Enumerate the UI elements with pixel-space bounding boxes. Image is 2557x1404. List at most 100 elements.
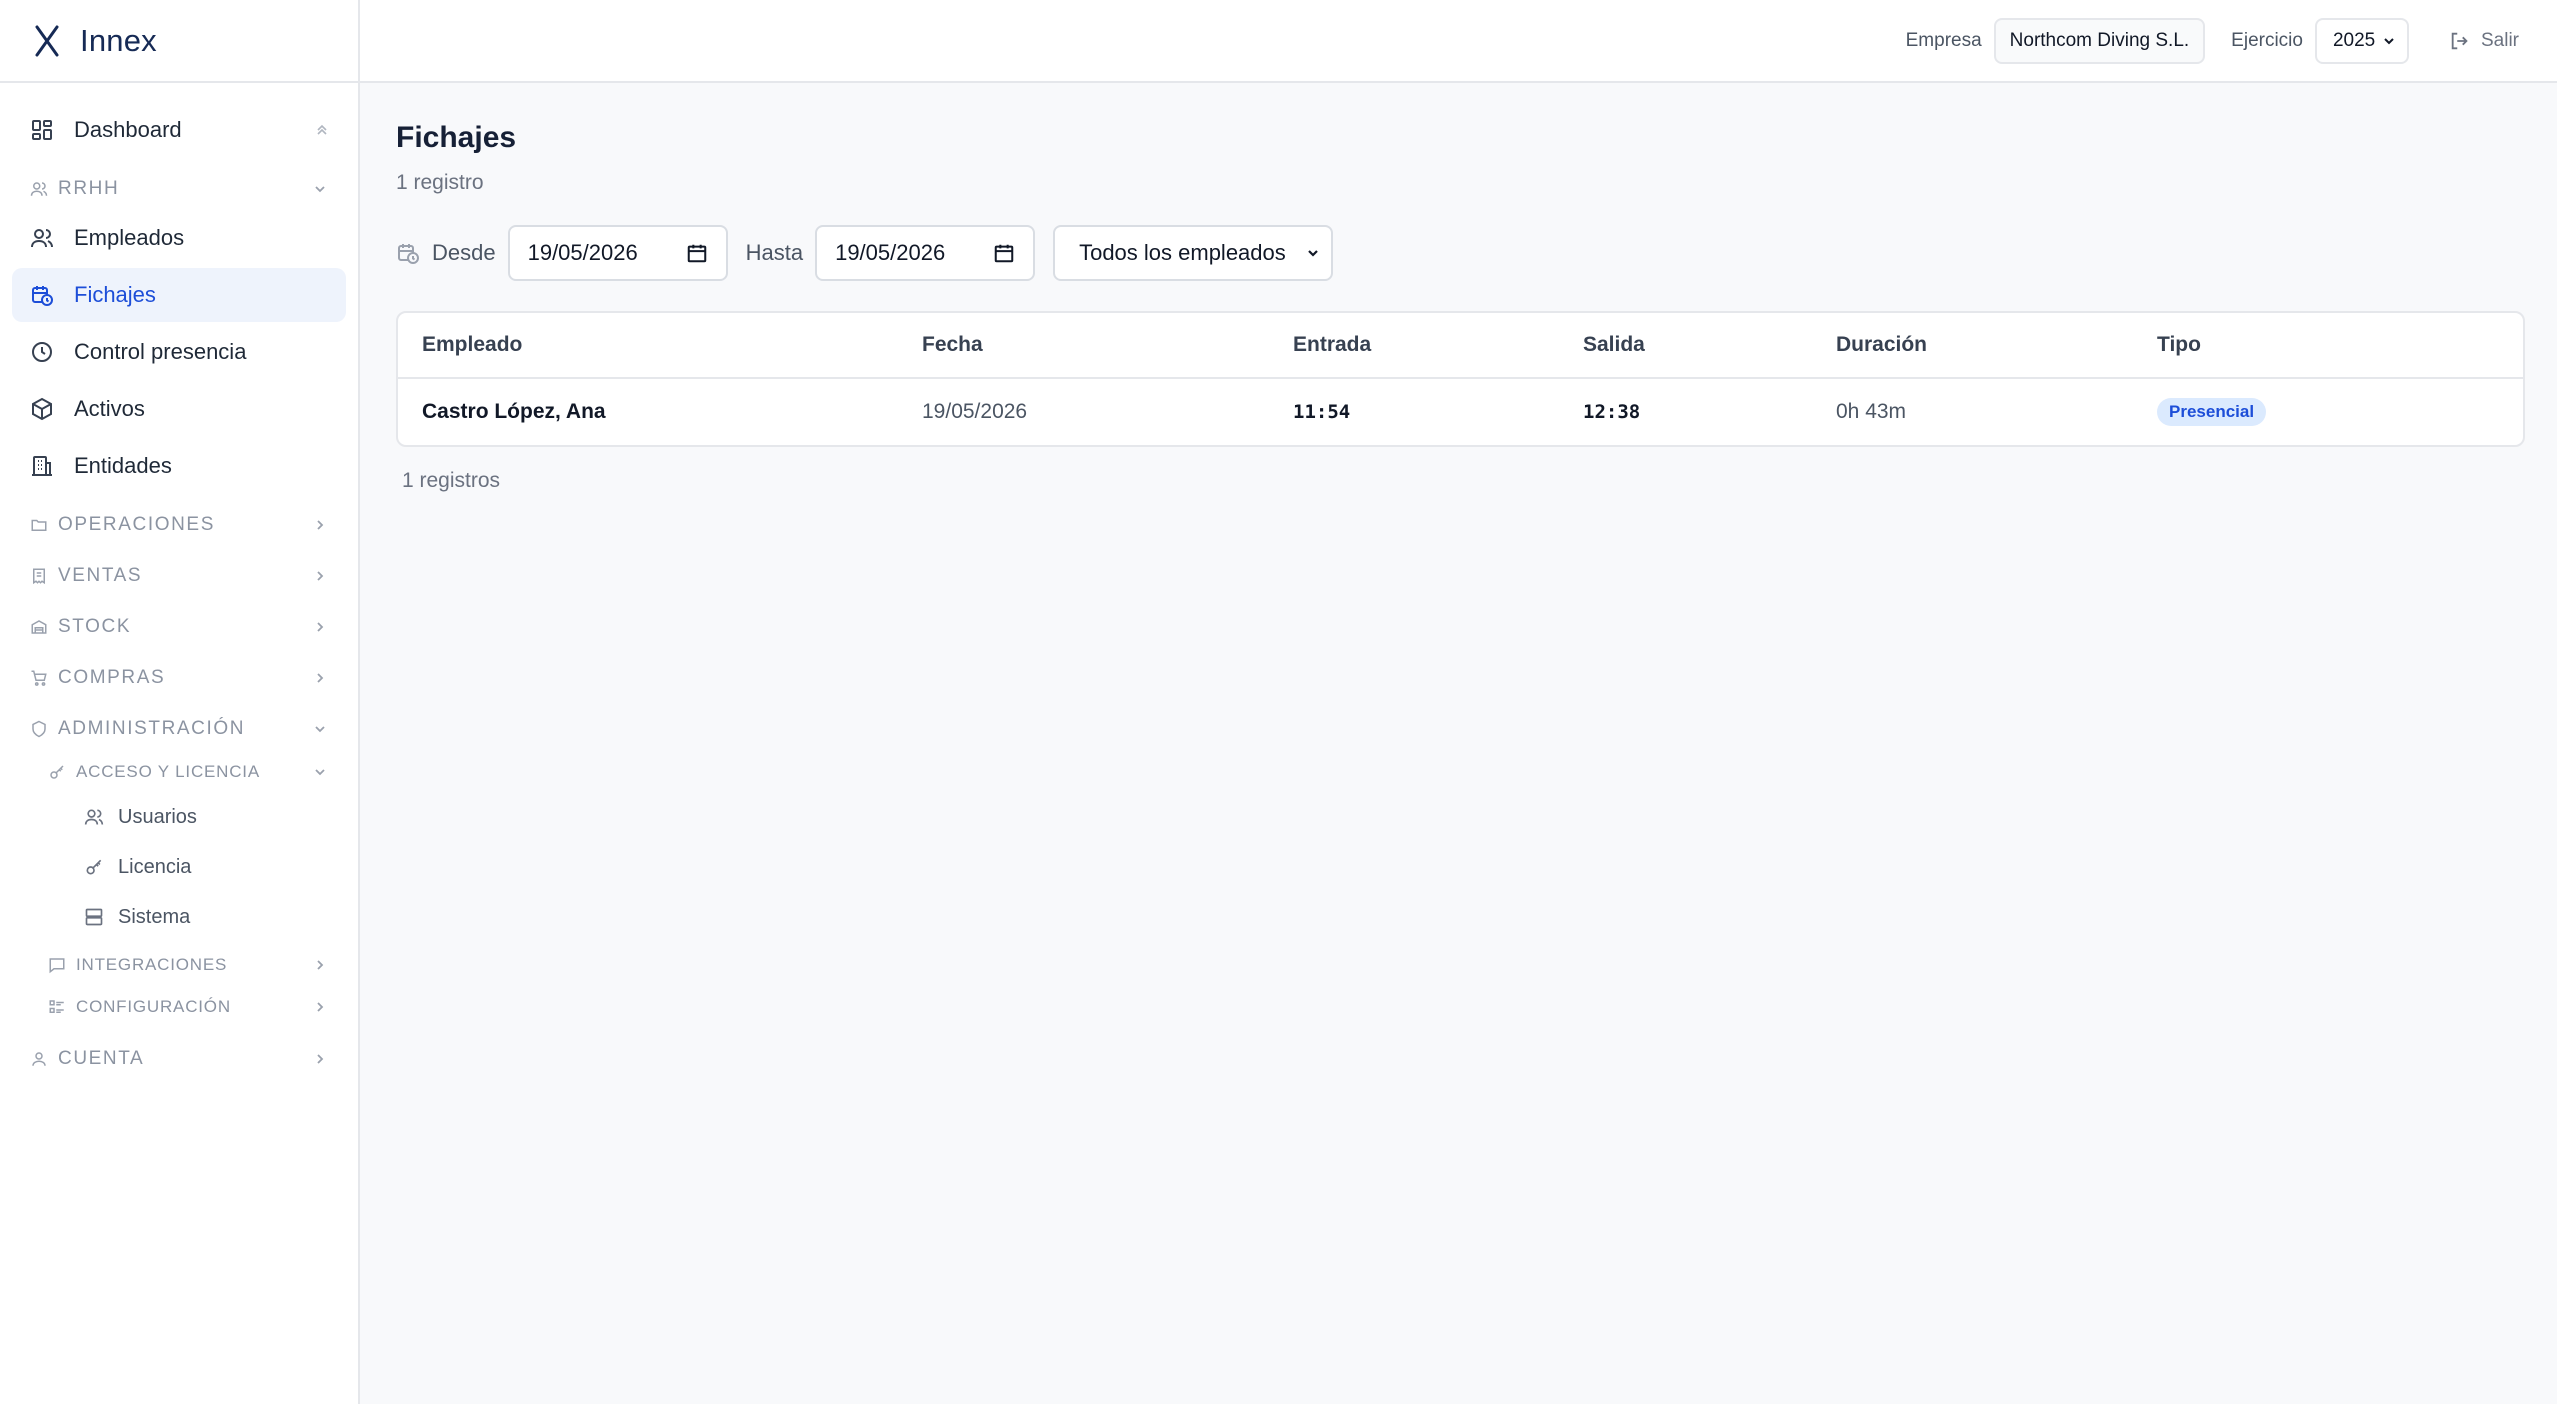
- sidebar-item-usuarios[interactable]: Usuarios: [84, 801, 197, 833]
- cell-duracion: 0h 43m: [1836, 400, 1907, 423]
- chevron-right-icon: [317, 622, 324, 632]
- user-icon: [32, 1052, 46, 1066]
- chevron-right-icon: [317, 571, 324, 581]
- sidebar-item-dashboard[interactable]: Dashboard: [12, 103, 346, 157]
- sidebar-item-empleados[interactable]: Empleados: [12, 211, 346, 265]
- section-ventas[interactable]: VENTAS: [30, 561, 328, 591]
- col-duracion[interactable]: Duración: [1836, 333, 2157, 357]
- subsection-label: ACCESO Y LICENCIA: [76, 762, 260, 781]
- sidebar-item-sistema[interactable]: Sistema: [84, 901, 190, 933]
- calendar-icon[interactable]: [993, 242, 1015, 264]
- subsection-acceso-licencia[interactable]: ACCESO Y LICENCIA: [48, 758, 328, 786]
- desde-date-input[interactable]: 19/05/2026: [507, 225, 728, 281]
- section-label: ADMINISTRACIÓN: [58, 718, 246, 739]
- filters-bar: Desde 19/05/2026 Hasta 19/05/2026 Todos …: [396, 225, 2525, 281]
- dashboard-icon: [32, 120, 52, 140]
- section-operaciones[interactable]: OPERACIONES: [30, 510, 328, 540]
- desde-value: 19/05/2026: [527, 240, 638, 265]
- folder-icon: [31, 519, 47, 531]
- message-icon: [49, 958, 65, 974]
- sidebar-item-label: Usuarios: [118, 805, 197, 828]
- key-icon: [86, 859, 102, 875]
- col-tipo[interactable]: Tipo: [2157, 333, 2523, 357]
- logout-label: Salir: [2480, 29, 2519, 51]
- cell-entrada: 11:54: [1293, 401, 1351, 423]
- sidebar: Innex Dashboard RRHH Empleados Fichajes …: [0, 0, 360, 1404]
- ejercicio-label: Ejercicio: [2231, 29, 2303, 51]
- calendar-icon[interactable]: [686, 242, 708, 264]
- chevron-down-icon: [2384, 37, 2394, 44]
- chevron-down-icon: [315, 769, 325, 776]
- hasta-date-input[interactable]: 19/05/2026: [815, 225, 1036, 281]
- building-icon: [32, 456, 52, 476]
- cell-tipo: Presencial: [2157, 398, 2523, 426]
- chevron-right-icon: [317, 520, 324, 530]
- cell-salida: 12:38: [1583, 401, 1641, 423]
- employee-select-value: Todos los empleados: [1079, 240, 1286, 265]
- chevron-right-icon: [317, 960, 324, 970]
- sidebar-item-licencia[interactable]: Licencia: [84, 851, 191, 883]
- brand[interactable]: Innex: [0, 0, 358, 83]
- calendar-clock-icon: [32, 286, 53, 306]
- col-salida[interactable]: Salida: [1583, 333, 1836, 357]
- logo-x-icon: [35, 25, 59, 56]
- users-icon: [30, 182, 48, 196]
- hasta-label: Hasta: [745, 240, 804, 265]
- table-header: Empleado Fecha Entrada Salida Duración T…: [398, 313, 2523, 379]
- sidebar-item-label: Licencia: [118, 855, 192, 878]
- subsection-configuracion[interactable]: CONFIGURACIÓN: [48, 993, 328, 1021]
- sidebar-item-label: Empleados: [74, 225, 185, 250]
- app: Innex Dashboard RRHH Empleados Fichajes …: [0, 0, 2557, 1404]
- section-label: OPERACIONES: [58, 514, 215, 535]
- col-entrada[interactable]: Entrada: [1293, 333, 1583, 357]
- hasta-value: 19/05/2026: [835, 240, 946, 265]
- fichajes-table: Empleado Fecha Entrada Salida Duración T…: [396, 311, 2525, 447]
- sidebar-item-activos[interactable]: Activos: [12, 382, 346, 436]
- ejercicio-select[interactable]: 2025: [2314, 17, 2409, 64]
- shield-icon: [32, 720, 46, 738]
- section-label: CUENTA: [58, 1048, 145, 1069]
- sidebar-item-label: Entidades: [74, 453, 172, 478]
- subsection-integraciones[interactable]: INTEGRACIONES: [48, 951, 328, 979]
- cell-fecha: 19/05/2026: [922, 400, 1028, 423]
- chevrons-up-icon[interactable]: [314, 122, 330, 138]
- main-area: Empresa Northcom Diving S.L. Ejercicio 2…: [360, 0, 2557, 1404]
- chevron-right-icon: [317, 1054, 324, 1064]
- sidebar-item-label: Control presencia: [74, 339, 247, 364]
- col-empleado[interactable]: Empleado: [398, 333, 922, 357]
- empresa-selector[interactable]: Northcom Diving S.L.: [1993, 17, 2206, 64]
- section-label: VENTAS: [58, 565, 143, 586]
- warehouse-icon: [31, 620, 47, 634]
- receipt-icon: [33, 568, 45, 585]
- col-fecha[interactable]: Fecha: [922, 333, 1293, 357]
- package-icon: [32, 397, 52, 421]
- section-cuenta[interactable]: CUENTA: [30, 1044, 328, 1074]
- section-label: STOCK: [58, 616, 132, 637]
- desde-label: Desde: [432, 240, 496, 265]
- cell-empleado: Castro López, Ana: [422, 400, 606, 423]
- logout-button[interactable]: Salir: [2449, 30, 2519, 52]
- sidebar-item-entidades[interactable]: Entidades: [12, 439, 346, 493]
- list-settings-icon: [49, 1000, 64, 1013]
- subsection-label: CONFIGURACIÓN: [76, 997, 231, 1016]
- cart-icon: [31, 670, 47, 686]
- topbar: Empresa Northcom Diving S.L. Ejercicio 2…: [360, 0, 2557, 83]
- sidebar-item-label: Sistema: [118, 905, 191, 928]
- table-row[interactable]: Castro López, Ana 19/05/2026 11:54 12:38…: [398, 379, 2523, 445]
- sidebar-item-label: Activos: [74, 396, 145, 421]
- clock-icon: [32, 342, 52, 362]
- chevron-right-icon: [317, 1002, 324, 1012]
- logout-icon: [2451, 32, 2468, 49]
- brand-name: Innex: [80, 22, 157, 58]
- sidebar-item-control-presencia[interactable]: Control presencia: [12, 325, 346, 379]
- sidebar-item-fichajes[interactable]: Fichajes: [12, 268, 346, 322]
- chevron-down-icon: [315, 726, 325, 733]
- section-rrhh[interactable]: RRHH: [30, 174, 328, 204]
- content: Fichajes 1 registro Desde 19/05/2026 Has…: [360, 83, 2557, 493]
- section-compras[interactable]: COMPRAS: [30, 663, 328, 693]
- users-icon: [31, 229, 53, 248]
- section-administracion[interactable]: ADMINISTRACIÓN: [30, 714, 328, 744]
- section-stock[interactable]: STOCK: [30, 612, 328, 642]
- employee-select[interactable]: Todos los empleados: [1053, 225, 1334, 281]
- server-icon: [85, 908, 103, 926]
